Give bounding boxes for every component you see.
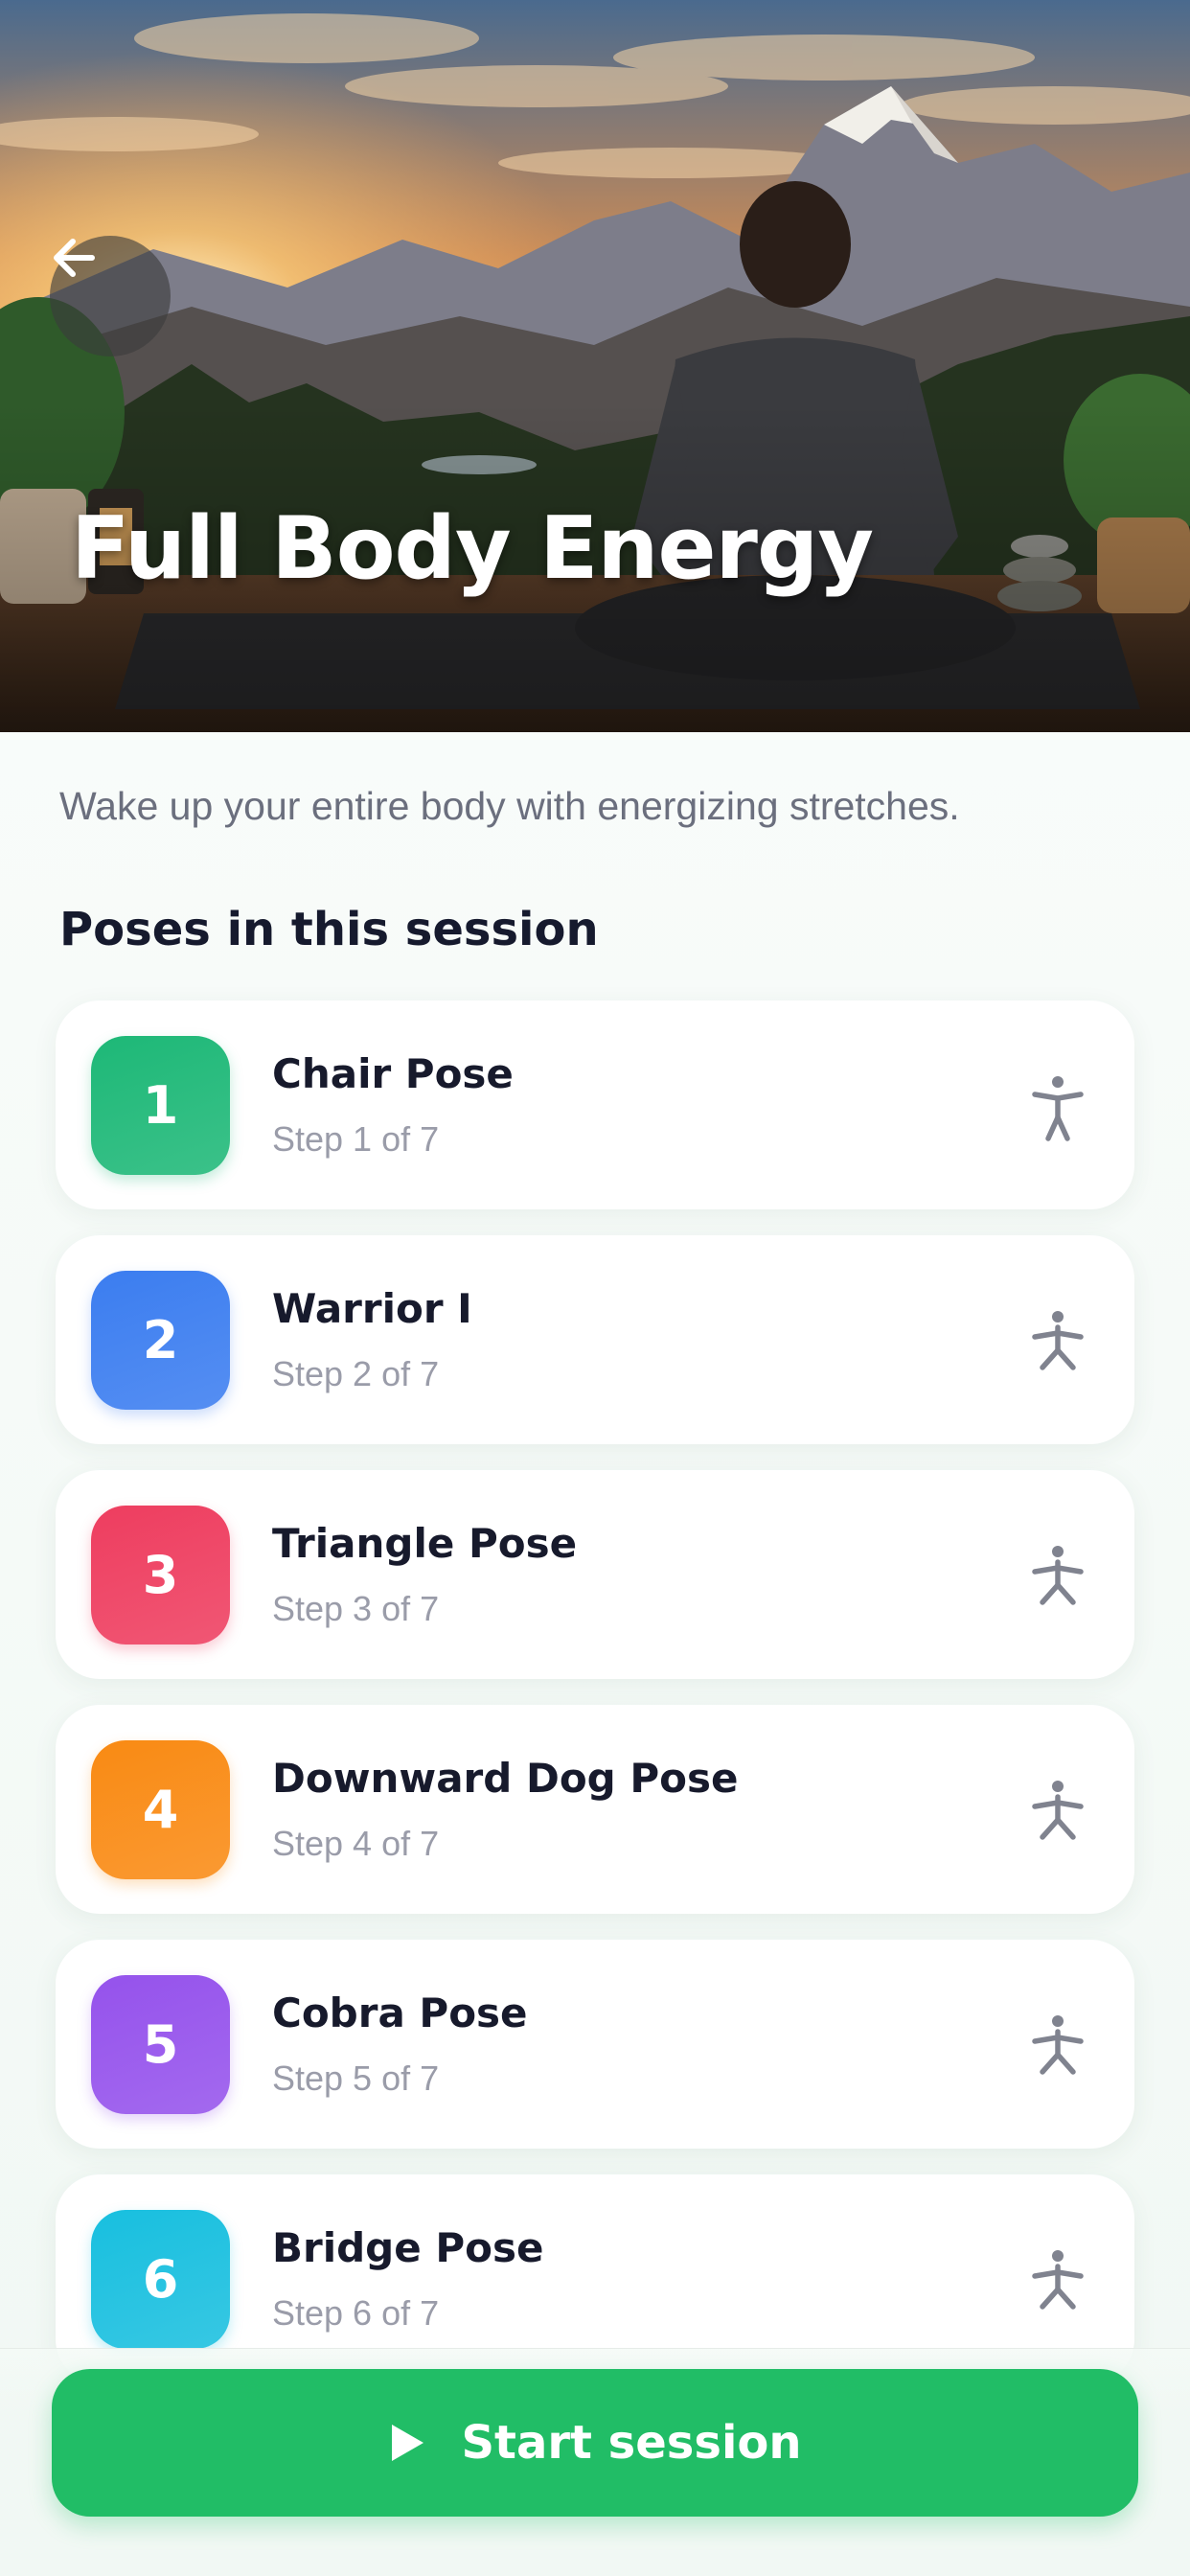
play-icon — [392, 2425, 424, 2461]
session-description: Wake up your entire body with energizing… — [59, 784, 960, 828]
pose-card-4[interactable]: 4 Downward Dog Pose Step 4 of 7 — [56, 1705, 1134, 1914]
pose-number-badge: 2 — [91, 1271, 230, 1410]
arrow-left-icon — [54, 239, 95, 277]
poses-section-title: Poses in this session — [59, 903, 599, 956]
pose-name: Downward Dog Pose — [272, 1755, 739, 1802]
pose-card-1[interactable]: 1 Chair Pose Step 1 of 7 — [56, 1000, 1134, 1209]
session-title: Full Body Energy — [71, 498, 874, 599]
pose-list: 1 Chair Pose Step 1 of 7 2 Warrior I Ste… — [56, 1000, 1134, 2409]
person-pose-icon — [1032, 2015, 1084, 2075]
pose-name: Warrior I — [272, 1285, 472, 1332]
start-session-label: Start session — [461, 2416, 802, 2470]
pose-name: Triangle Pose — [272, 1520, 578, 1567]
pose-name: Chair Pose — [272, 1050, 514, 1097]
pose-step: Step 5 of 7 — [272, 2058, 440, 2098]
pose-card-5[interactable]: 5 Cobra Pose Step 5 of 7 — [56, 1940, 1134, 2149]
pose-name: Bridge Pose — [272, 2224, 544, 2271]
pose-number-badge: 1 — [91, 1036, 230, 1175]
pose-step: Step 2 of 7 — [272, 1354, 440, 1393]
hero-banner: Full Body Energy — [0, 0, 1190, 732]
pose-number-badge: 6 — [91, 2210, 230, 2349]
pose-card-3[interactable]: 3 Triangle Pose Step 3 of 7 — [56, 1470, 1134, 1679]
pose-step: Step 3 of 7 — [272, 1589, 440, 1628]
back-button[interactable] — [50, 236, 171, 356]
pose-number-badge: 5 — [91, 1975, 230, 2114]
pose-step: Step 4 of 7 — [272, 1824, 440, 1863]
person-standing-icon — [1032, 1076, 1084, 1141]
pose-name: Cobra Pose — [272, 1990, 528, 2036]
pose-number-badge: 3 — [91, 1506, 230, 1644]
pose-step: Step 1 of 7 — [272, 1119, 440, 1159]
hero-image — [0, 0, 1190, 732]
pose-card-2[interactable]: 2 Warrior I Step 2 of 7 — [56, 1235, 1134, 1444]
pose-number-badge: 4 — [91, 1740, 230, 1879]
session-detail-screen: Full Body Energy Wake up your entire bod… — [0, 0, 1190, 2576]
person-pose-icon — [1032, 2250, 1084, 2310]
pose-step: Step 6 of 7 — [272, 2293, 440, 2333]
person-pose-icon — [1032, 1546, 1084, 1605]
person-pose-icon — [1032, 1311, 1084, 1370]
start-session-button[interactable]: Start session — [52, 2369, 1138, 2517]
person-pose-icon — [1032, 1781, 1084, 1840]
